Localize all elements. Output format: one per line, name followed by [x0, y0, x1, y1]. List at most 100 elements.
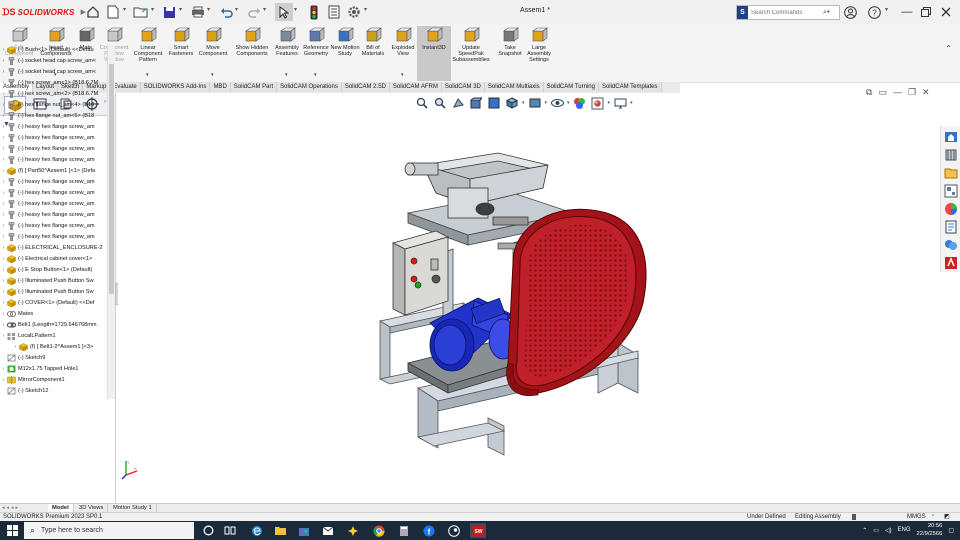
magnifier-icon[interactable]: ⌕▾ — [823, 9, 830, 17]
expand-arrow-icon[interactable]: › — [12, 344, 19, 350]
tree-item[interactable]: › (-) heavy hex flange screw_am — [0, 220, 108, 231]
expand-arrow-icon[interactable]: › — [0, 135, 7, 141]
bill-of-materials-button[interactable]: Bill of Materials — [356, 26, 390, 81]
expand-arrow-icon[interactable]: › — [0, 201, 7, 207]
steam-icon[interactable] — [446, 523, 462, 538]
expand-arrow-icon[interactable]: › — [0, 234, 7, 240]
update-speedpak-button[interactable]: Update SpeedPak Subassemblies — [452, 26, 490, 81]
rebuild-traffic-light-icon[interactable] — [305, 3, 323, 21]
paint-app-icon[interactable] — [345, 523, 361, 538]
tab-solidcam-operations[interactable]: SolidCAM Operations — [277, 82, 342, 92]
expand-arrow-icon[interactable]: › — [0, 179, 7, 185]
tree-item[interactable]: › (-) Electrical cabinet cover<1> — [0, 253, 108, 264]
options-gear-icon[interactable] — [345, 3, 363, 21]
tree-item[interactable]: › (-) heavy hex flange screw_am — [0, 198, 108, 209]
tab-scroll-arrows-icon[interactable]: ◂◂◂▸ — [2, 505, 20, 511]
chevron-up-icon[interactable]: ⌃ — [945, 44, 952, 53]
tree-item[interactable]: › (-) socket head cap screw_am< — [0, 66, 108, 77]
expand-arrow-icon[interactable]: › — [0, 47, 7, 53]
expand-arrow-icon[interactable]: › — [0, 80, 7, 86]
zoom-to-area-icon[interactable] — [432, 95, 448, 111]
notification-icon[interactable]: ▢ — [948, 527, 954, 534]
restore-icon[interactable] — [918, 4, 934, 20]
expand-arrow-icon[interactable]: › — [0, 278, 7, 284]
expand-arrow-icon[interactable]: › — [0, 322, 7, 328]
tree-item[interactable]: › (-) heavy hex flange screw_am — [0, 209, 108, 220]
input-language[interactable]: ENG — [898, 527, 911, 533]
tree-item[interactable]: › (-) Bush<1> (Default) <<Defau — [0, 44, 108, 55]
display-style-icon[interactable] — [527, 95, 543, 111]
minimize-icon[interactable]: — — [899, 4, 915, 20]
tree-scrollbar[interactable] — [107, 44, 115, 399]
tree-item[interactable]: › (-) heavy hex flange screw_am — [0, 143, 108, 154]
custom-properties-icon[interactable] — [943, 219, 959, 235]
expand-arrow-icon[interactable]: › — [0, 256, 7, 262]
apply-scene-icon[interactable] — [590, 95, 606, 111]
tree-item[interactable]: › (-) Illuminated Push Button Sw — [0, 286, 108, 297]
clock[interactable]: 20:56 22/9/2566 — [917, 522, 943, 538]
file-explorer-icon[interactable] — [943, 165, 959, 181]
search-commands-box[interactable]: S ⌕▾ — [736, 5, 840, 20]
chevron-down-icon[interactable]: ▾ — [401, 72, 404, 78]
tree-item[interactable]: › (-) heavy hex flange screw_am — [0, 231, 108, 242]
tab-solidcam-3d[interactable]: SolidCAM 3D — [441, 82, 485, 92]
chevron-down-icon[interactable]: ▾ — [123, 6, 126, 13]
tree-item[interactable]: › (-) Illuminated Push Button Sw — [0, 275, 108, 286]
tree-item[interactable]: › MirrorComponent1 — [0, 374, 108, 385]
view-settings-icon[interactable] — [612, 95, 628, 111]
tree-item[interactable]: (-) Sketch12 — [0, 385, 108, 396]
network-icon[interactable]: ▭ — [873, 527, 879, 534]
expand-arrow-icon[interactable]: › — [0, 102, 7, 108]
facebook-icon[interactable]: f — [421, 523, 437, 538]
tree-item[interactable]: › (-) hex flange nut_am<4> (B18 — [0, 99, 108, 110]
taskbar-search[interactable]: ⌕ Type here to search — [24, 522, 194, 539]
chevron-down-icon[interactable]: ▾ — [885, 6, 888, 13]
expand-arrow-icon[interactable]: › — [0, 124, 7, 130]
new-document-icon[interactable] — [104, 3, 122, 21]
solidworks-logo[interactable]: ᗪS SOLIDWORKS ▶ — [2, 5, 86, 19]
chevron-down-icon[interactable]: ▾ — [567, 100, 570, 106]
chevron-down-icon[interactable]: ▾ — [314, 72, 317, 78]
expand-arrow-icon[interactable]: › — [0, 289, 7, 295]
solidworks-taskbar-icon[interactable]: SW — [470, 523, 486, 538]
expand-arrow-icon[interactable]: › — [0, 267, 7, 273]
restore-doc-icon[interactable]: ❐ — [908, 87, 916, 98]
split-view-icon[interactable]: ⧉ — [866, 87, 872, 98]
previous-view-icon[interactable] — [450, 95, 466, 111]
file-properties-icon[interactable] — [325, 3, 343, 21]
expand-arrow-icon[interactable]: › — [0, 168, 7, 174]
chevron-down-icon[interactable]: ▾ — [364, 6, 367, 13]
tree-item[interactable]: › Mates — [0, 308, 108, 319]
edit-appearance-icon[interactable] — [572, 95, 588, 111]
section-view-icon[interactable] — [468, 95, 484, 111]
search-commands-input[interactable] — [748, 6, 823, 19]
tree-item[interactable]: › LocalLPattern1 — [0, 330, 108, 341]
chevron-down-icon[interactable]: ▾ — [151, 6, 154, 13]
expand-arrow-icon[interactable]: › — [0, 69, 7, 75]
task-view-icon[interactable] — [222, 523, 238, 538]
tab-mbd[interactable]: MBD — [210, 82, 231, 92]
expand-arrow-icon[interactable]: › — [0, 366, 7, 372]
tree-item[interactable]: › (-) hex screw_am<1> (B18.6.7M — [0, 77, 108, 88]
edge-browser-icon[interactable] — [249, 523, 265, 538]
file-explorer-taskbar-icon[interactable] — [272, 523, 288, 538]
calculator-icon[interactable] — [396, 523, 412, 538]
tree-item[interactable]: › M12x1.75 Tapped Hole1 — [0, 363, 108, 374]
tree-item[interactable]: (-) Sketch9 — [0, 352, 108, 363]
tree-item[interactable]: › (-) heavy hex flange screw_am — [0, 187, 108, 198]
chevron-down-icon[interactable]: ▾ — [207, 6, 210, 13]
expand-arrow-icon[interactable]: › — [0, 223, 7, 229]
rebuild-indicator-icon[interactable] — [852, 514, 856, 520]
expand-arrow-icon[interactable]: › — [0, 113, 7, 119]
tree-item[interactable]: › (-) E Stop Button<1> (Default) — [0, 264, 108, 275]
show-hidden-button[interactable]: Show Hidden Components — [235, 26, 269, 81]
tile-icon[interactable]: ▭ — [878, 87, 887, 98]
tree-item[interactable]: › (-) socket head cap screw_am< — [0, 55, 108, 66]
tree-item[interactable]: › (-) heavy hex flange screw_am — [0, 154, 108, 165]
chevron-down-icon[interactable]: ▾ — [179, 6, 182, 13]
design-library-icon[interactable] — [943, 147, 959, 163]
hide-show-items-icon[interactable] — [549, 95, 565, 111]
tree-item[interactable]: › (f) [ Belt1-2^Assem1 ]<3> — [0, 341, 108, 352]
store-icon[interactable] — [296, 523, 312, 538]
user-account-icon[interactable] — [842, 4, 858, 20]
